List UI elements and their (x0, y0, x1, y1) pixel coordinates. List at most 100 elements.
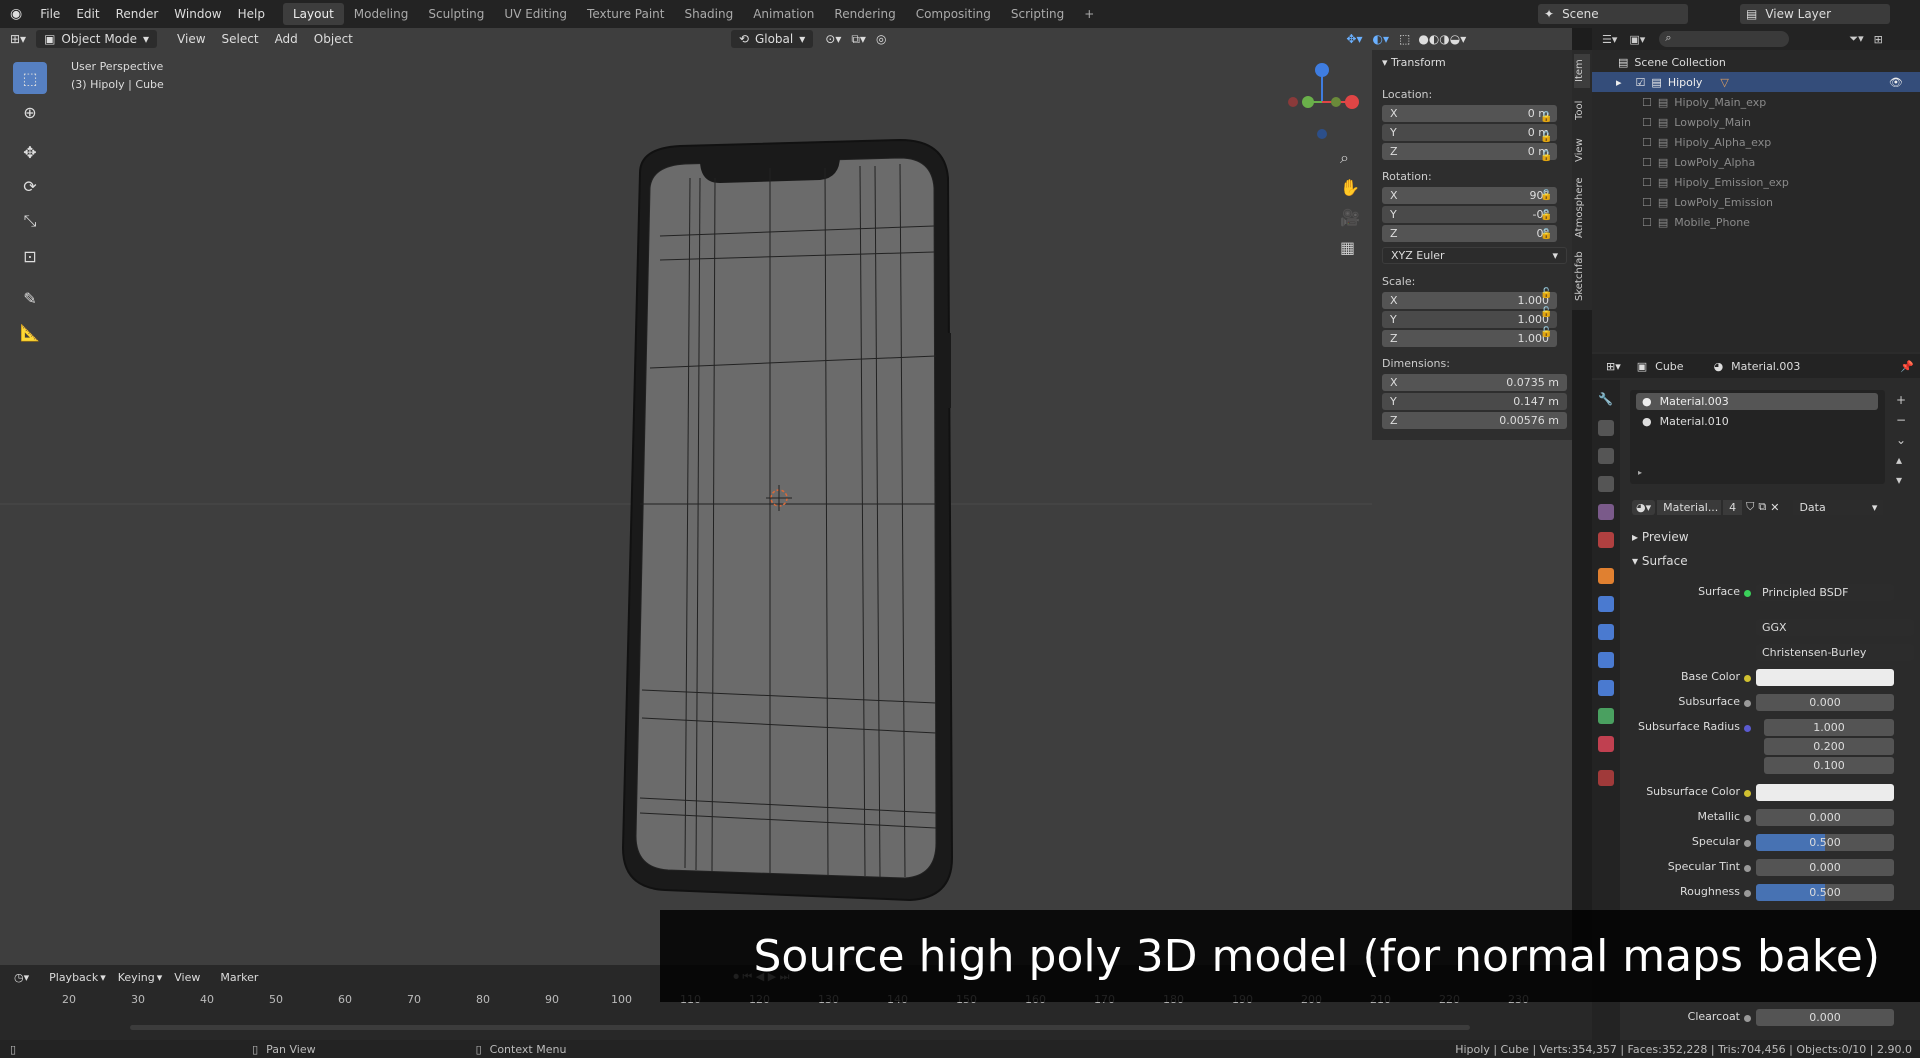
tab-scripting[interactable]: Scripting (1001, 3, 1074, 25)
list-item[interactable]: ● Material.010 (1636, 413, 1878, 430)
checkbox-icon[interactable]: ☐ (1642, 116, 1652, 129)
move-tool[interactable]: ✥ (13, 136, 47, 168)
snap-icon[interactable]: ⧉▾ (851, 32, 866, 47)
tab-atmosphere[interactable]: Atmosphere (1574, 174, 1590, 242)
subsurface-radius-z[interactable]: 0.100 (1764, 757, 1894, 774)
users-count[interactable]: 4 (1723, 499, 1743, 515)
object-tab-icon[interactable] (1598, 568, 1614, 584)
tab-rendering[interactable]: Rendering (824, 3, 905, 25)
checkbox-icon[interactable]: ☐ (1642, 96, 1652, 109)
transform-header[interactable]: ▾ Transform (1382, 56, 1446, 69)
transform-tool[interactable]: ⊡ (13, 240, 47, 272)
proportional-edit-icon[interactable]: ◎ (876, 32, 886, 46)
location-x-field[interactable]: X0 m (1382, 105, 1557, 122)
tab-sketchfab[interactable]: Sketchfab (1574, 248, 1590, 304)
list-item[interactable]: ▸ ☑ ▤ Hipoly ▽ 👁 (1592, 72, 1920, 92)
socket-icon[interactable] (1744, 700, 1751, 707)
surface-shader-field[interactable]: Principled BSDF (1756, 584, 1894, 601)
pin-icon[interactable]: 📌 (1900, 360, 1914, 373)
fake-user-icon[interactable]: ⛉ (1746, 500, 1754, 514)
menu-render[interactable]: Render (108, 7, 167, 21)
rotation-z-field[interactable]: Z 0° (1382, 225, 1557, 242)
scene-selector[interactable]: ✦ Scene (1538, 4, 1688, 24)
menu-object[interactable]: Object (306, 30, 361, 48)
annotate-tool[interactable]: ✎ (13, 282, 47, 314)
menu-add[interactable]: Add (267, 30, 306, 48)
gizmo-toggle-icon[interactable]: ✥▾ (1346, 32, 1362, 46)
grid-icon[interactable]: ▦ (1340, 238, 1355, 257)
tab-animation[interactable]: Animation (743, 3, 824, 25)
distribution-dropdown[interactable]: GGX (1756, 619, 1914, 636)
editor-type-icon[interactable]: ⊞▾ (1606, 360, 1621, 373)
display-mode-icon[interactable]: ☰▾ (1602, 33, 1617, 46)
list-item[interactable]: ☐ ▤ Mobile_Phone (1592, 212, 1920, 232)
tool-tab-icon[interactable]: 🔧 (1598, 392, 1614, 408)
expand-icon[interactable]: ▸ (1638, 468, 1642, 477)
view-layer-tab-icon[interactable] (1598, 476, 1614, 492)
list-item[interactable]: ☐ ▤ LowPoly_Emission (1592, 192, 1920, 212)
rotation-y-field[interactable]: Y -0° (1382, 206, 1557, 223)
tab-tool[interactable]: Tool (1574, 94, 1590, 126)
socket-icon[interactable] (1744, 675, 1751, 682)
list-item[interactable]: ☐ ▤ Hipoly_Main_exp (1592, 92, 1920, 112)
eye-icon[interactable]: 👁 (1889, 76, 1903, 89)
particles-tab-icon[interactable] (1598, 624, 1614, 640)
editor-type-icon[interactable]: ⊞▾ (0, 32, 36, 46)
3d-viewport[interactable] (0, 28, 1572, 965)
metallic-field[interactable]: 0.000 (1756, 809, 1894, 826)
tab-texture-paint[interactable]: Texture Paint (577, 3, 674, 25)
base-color-swatch[interactable] (1756, 669, 1894, 686)
rotate-tool[interactable]: ⟳ (13, 170, 47, 202)
navigation-gizmo[interactable] (1280, 60, 1360, 140)
output-tab-icon[interactable] (1598, 448, 1614, 464)
socket-icon[interactable] (1744, 590, 1751, 597)
slot-buttons[interactable]: + − ⌄ ▴ ▾ (1896, 390, 1906, 490)
checkbox-icon[interactable]: ☐ (1642, 136, 1652, 149)
material-tab-icon[interactable] (1598, 736, 1614, 752)
menu-keying[interactable]: Keying (118, 971, 155, 984)
socket-icon[interactable] (1744, 1015, 1751, 1022)
socket-icon[interactable] (1744, 840, 1751, 847)
view-layer-selector[interactable]: ▤ View Layer (1740, 4, 1890, 24)
menu-edit[interactable]: Edit (68, 7, 107, 21)
location-y-field[interactable]: Y0 m (1382, 124, 1557, 141)
scale-tool[interactable]: ⤡ (13, 205, 47, 237)
specular-tint-field[interactable]: 0.000 (1756, 859, 1894, 876)
zoom-icon[interactable]: ⌕ (1340, 148, 1349, 168)
material-name-field[interactable]: Material... (1657, 499, 1722, 515)
new-collection-icon[interactable]: ⊞ (1874, 33, 1883, 46)
menu-view[interactable]: View (169, 30, 213, 48)
checkbox-icon[interactable]: ☐ (1642, 176, 1652, 189)
preview-panel-header[interactable]: ▸ Preview (1632, 530, 1689, 544)
roughness-slider[interactable]: 0.500 (1756, 884, 1894, 901)
list-item[interactable]: ▤ Scene Collection (1592, 52, 1920, 72)
specular-slider[interactable]: 0.500 (1756, 834, 1894, 851)
socket-icon[interactable] (1744, 725, 1751, 732)
overlays-icon[interactable]: ◐▾ (1373, 32, 1390, 46)
subsurface-method-dropdown[interactable]: Christensen-Burley (1756, 644, 1914, 661)
measure-tool[interactable]: 📐 (13, 316, 47, 348)
xray-icon[interactable]: ⬚ (1399, 32, 1410, 46)
expand-icon[interactable]: ▸ (1616, 76, 1622, 89)
material-browse-icon[interactable]: ◕▾ (1632, 499, 1656, 515)
pivot-icon[interactable]: ⊙▾ (825, 32, 841, 46)
filter-icon[interactable]: ⏷▾ (1849, 32, 1863, 46)
add-workspace-icon[interactable]: + (1074, 3, 1104, 25)
texture-tab-icon[interactable] (1598, 770, 1614, 786)
data-tab-icon[interactable] (1598, 708, 1614, 724)
checkbox-icon[interactable]: ☐ (1642, 216, 1652, 229)
menu-marker[interactable]: Marker (220, 971, 258, 984)
list-item[interactable]: ● Material.003 (1636, 393, 1878, 410)
scale-x-field[interactable]: X 1.000 (1382, 292, 1557, 309)
tab-shading[interactable]: Shading (674, 3, 743, 25)
constraints-tab-icon[interactable] (1598, 680, 1614, 696)
socket-icon[interactable] (1744, 790, 1751, 797)
socket-icon[interactable] (1744, 815, 1751, 822)
surface-panel-header[interactable]: ▾ Surface (1632, 554, 1688, 568)
dimension-x-field[interactable]: X 0.0735 m (1382, 374, 1567, 391)
list-item[interactable]: ☐ ▤ Hipoly_Alpha_exp (1592, 132, 1920, 152)
socket-icon[interactable] (1744, 865, 1751, 872)
tab-sculpting[interactable]: Sculpting (418, 3, 494, 25)
scene-tab-icon[interactable] (1598, 504, 1614, 520)
timeline-scrollbar[interactable] (130, 1025, 1470, 1030)
